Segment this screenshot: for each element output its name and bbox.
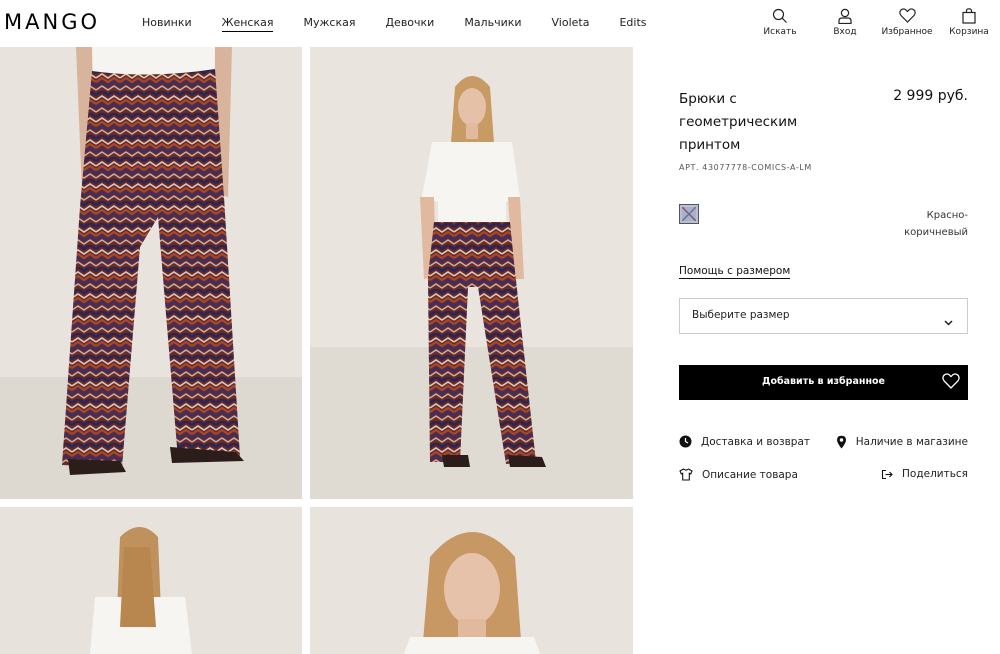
product-image-full[interactable]	[310, 47, 633, 499]
search-button[interactable]: Искать	[749, 8, 811, 37]
product-price: 2 999 руб.	[893, 88, 968, 104]
size-select[interactable]: Выберите размер	[679, 298, 968, 334]
location-pin-icon	[836, 435, 846, 449]
header: MANGO Новинки Женская Мужская Девочки Ма…	[0, 0, 1000, 47]
search-label: Искать	[763, 27, 797, 37]
nav-item-edits[interactable]: Edits	[619, 16, 646, 32]
user-icon	[814, 8, 876, 25]
size-help-link[interactable]: Помощь с размером	[679, 265, 791, 279]
bag-icon	[938, 8, 1000, 25]
main-nav: Новинки Женская Мужская Девочки Мальчики…	[142, 16, 677, 32]
share-link[interactable]: Поделиться	[881, 468, 968, 480]
delivery-label: Доставка и возврат	[701, 435, 811, 448]
description-link[interactable]: Описание товара	[679, 468, 798, 481]
favorites-label: Избранное	[881, 27, 933, 37]
cart-button[interactable]: Корзина	[938, 8, 1000, 37]
nav-item-new[interactable]: Новинки	[142, 16, 192, 32]
product-image-portrait[interactable]	[310, 507, 633, 654]
search-icon	[749, 8, 811, 25]
nav-item-violeta[interactable]: Violeta	[552, 16, 590, 32]
color-name: Красно-коричневый	[904, 210, 968, 238]
size-select-value: Выберите размер	[692, 309, 790, 321]
cart-label: Корзина	[949, 27, 989, 37]
share-label: Поделиться	[902, 468, 968, 480]
tshirt-icon	[679, 468, 693, 481]
nav-item-boys[interactable]: Мальчики	[464, 16, 521, 32]
product-image-back[interactable]	[0, 507, 302, 654]
product-panel: Брюки с геометрическим принтом 2 999 руб…	[679, 88, 968, 481]
add-to-favorites-label: Добавить в избранное	[762, 376, 885, 387]
clock-icon	[679, 435, 692, 448]
header-actions: Искать Вход Избранное Корзина	[749, 8, 1000, 37]
delivery-link[interactable]: Доставка и возврат	[679, 435, 810, 448]
login-label: Вход	[833, 27, 857, 37]
color-swatch[interactable]	[679, 204, 699, 224]
brand-logo[interactable]: MANGO	[4, 10, 100, 34]
product-image-legs[interactable]	[0, 47, 302, 499]
add-to-favorites-button[interactable]: Добавить в избранное	[679, 365, 968, 400]
favorites-button[interactable]: Избранное	[876, 8, 938, 37]
share-icon	[881, 469, 893, 479]
chevron-down-icon	[944, 311, 953, 330]
in-store-label: Наличие в магазине	[855, 436, 968, 448]
product-title: Брюки с геометрическим принтом	[679, 91, 798, 153]
login-button[interactable]: Вход	[814, 8, 876, 37]
heart-icon	[876, 8, 938, 25]
description-label: Описание товара	[702, 468, 798, 481]
heart-icon	[942, 373, 960, 393]
product-article: АРТ. 43077778-COMICS-A-LM	[679, 163, 812, 172]
nav-item-men[interactable]: Мужская	[303, 16, 355, 32]
in-store-link[interactable]: Наличие в магазине	[836, 435, 968, 449]
swatch-pattern-icon	[682, 207, 696, 221]
nav-item-girls[interactable]: Девочки	[385, 16, 434, 32]
nav-item-women[interactable]: Женская	[221, 16, 274, 32]
